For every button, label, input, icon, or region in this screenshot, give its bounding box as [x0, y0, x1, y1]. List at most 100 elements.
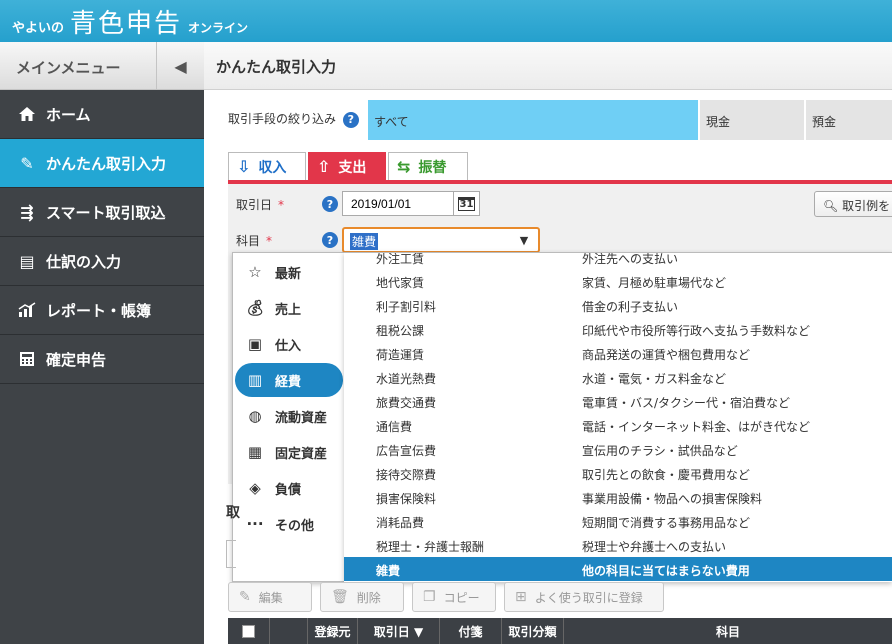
trash-icon: 🗑︎: [331, 589, 349, 605]
column-category[interactable]: 取引分類: [502, 618, 564, 644]
filter-option-deposit[interactable]: 預金: [806, 100, 892, 140]
logo-suffix: オンライン: [188, 21, 249, 35]
sidebar-item-tax-return[interactable]: 確定申告: [0, 335, 204, 384]
category-label: 固定資産: [275, 446, 328, 462]
account-desc: 短期間で消費する事務用品など: [582, 516, 751, 530]
account-option[interactable]: 通信費 電話・インターネット料金、はがき代など: [344, 413, 892, 437]
edit-button[interactable]: ✎ 編集: [228, 582, 312, 612]
calendar-icon: 31: [457, 196, 476, 211]
column-date[interactable]: 取引日 ▼: [358, 618, 440, 644]
money-bag-icon: 💰︎: [245, 299, 265, 317]
date-input[interactable]: [342, 191, 454, 216]
copy-button[interactable]: ❐ コピー: [412, 582, 496, 612]
category-label: 経費: [275, 374, 302, 390]
sidebar-item-journal[interactable]: ▤ 仕訳の入力: [0, 237, 204, 286]
account-option[interactable]: 広告宣伝費 宣伝用のチラシ・試供品など: [344, 437, 892, 461]
search-examples-button[interactable]: 🔍︎ 取引例を: [814, 191, 892, 217]
account-option[interactable]: 水道光熱費 水道・電気・ガス料金など: [344, 365, 892, 389]
category-purchase[interactable]: ▣ 仕入: [235, 327, 343, 361]
category-other[interactable]: ··· その他: [235, 507, 343, 541]
category-sales[interactable]: 💰︎ 売上: [235, 291, 343, 325]
account-combobox[interactable]: 雑費 ▼: [342, 227, 540, 253]
category-current-assets[interactable]: ◍ 流動資産: [235, 399, 343, 433]
filter-option-label: 現金: [706, 115, 731, 129]
account-desc: 電車賃・バス/タクシー代・宿泊費など: [582, 396, 791, 410]
category-latest[interactable]: ☆ 最新: [235, 255, 343, 289]
help-icon[interactable]: ?: [342, 111, 359, 128]
add-favorite-button[interactable]: ⊞ よく使う取引に登録: [504, 582, 664, 612]
category-liabilities[interactable]: ◈ 負債: [235, 471, 343, 505]
transactions-table-header: 登録元 取引日 ▼ 付箋 取引分類 科目: [228, 618, 892, 644]
help-icon[interactable]: ?: [322, 196, 338, 212]
account-option[interactable]: 消耗品費 短期間で消費する事務用品など: [344, 509, 892, 533]
account-name: 旅費交通費: [376, 396, 437, 410]
home-icon: [16, 106, 38, 122]
account-desc: 取引先との飲食・慶弔費用など: [582, 468, 750, 482]
category-expenses[interactable]: ▥ 経費: [235, 363, 343, 397]
sidebar-item-home[interactable]: ホーム: [0, 90, 204, 139]
account-option[interactable]: 地代家賃 家賃、月極め駐車場代など: [344, 269, 892, 293]
account-desc: 印紙代や市役所等行政へ支払う手数料など: [582, 324, 811, 338]
calendar-button[interactable]: 31: [454, 191, 480, 216]
select-all-checkbox[interactable]: [242, 624, 255, 638]
page-header: かんたん取引入力: [204, 42, 892, 90]
chevron-left-icon: ◀: [174, 56, 187, 76]
collapse-sidebar-button[interactable]: ◀: [156, 42, 204, 90]
account-desc: 外注先への支払い: [582, 252, 679, 266]
sidebar-item-label: 確定申告: [46, 350, 107, 369]
sidebar-item-easy-entry[interactable]: ✎ かんたん取引入力: [0, 139, 204, 188]
category-label: 仕入: [275, 338, 302, 354]
account-option-selected[interactable]: 雑費 他の科目に当てはまらない費用: [344, 557, 892, 581]
column-source[interactable]: 登録元: [308, 618, 358, 644]
pencil-icon: ✎: [239, 589, 251, 605]
sidebar-item-label: かんたん取引入力: [46, 154, 167, 173]
filter-option-cash[interactable]: 現金: [700, 100, 804, 140]
account-option[interactable]: 外注工賃 外注先への支払い: [344, 252, 892, 269]
account-name: 租税公課: [376, 324, 425, 338]
tab-label: 収入: [258, 159, 287, 176]
import-icon: ⇶: [20, 202, 34, 222]
category-label: 売上: [275, 302, 302, 318]
tab-transfer[interactable]: ⇆ 振替: [388, 152, 468, 180]
coins-icon: ◍: [248, 407, 262, 425]
account-name: 税理士・弁護士報酬: [376, 540, 485, 554]
filter-label-group: 取引手段の絞り込み ?: [228, 110, 359, 128]
search-examples-label: 取引例を: [842, 199, 891, 213]
column-spacer: [270, 618, 308, 644]
account-option[interactable]: 接待交際費 取引先との飲食・慶弔費用など: [344, 461, 892, 485]
calculator-icon: [16, 351, 38, 367]
button-label: コピー: [443, 590, 480, 605]
tab-expense[interactable]: ⇧ 支出: [308, 152, 386, 180]
category-fixed-assets[interactable]: ▦ 固定資産: [235, 435, 343, 469]
account-desc: 商品発送の運賃や梱包費用など: [582, 348, 751, 362]
category-label: 最新: [275, 266, 302, 282]
account-option[interactable]: 損害保険料 事業用設備・物品への損害保険料: [344, 485, 892, 509]
tab-income[interactable]: ⇩ 収入: [228, 152, 306, 180]
filter-option-all[interactable]: すべて: [368, 100, 698, 140]
column-account[interactable]: 科目: [564, 618, 892, 644]
sidebar-item-label: レポート・帳簿: [46, 301, 152, 320]
account-option[interactable]: 利子割引料 借金の利子支払い: [344, 293, 892, 317]
button-label: 編集: [258, 590, 283, 605]
account-option[interactable]: 税理士・弁護士報酬 税理士や弁護士への支払い: [344, 533, 892, 557]
required-mark: *: [278, 198, 285, 212]
account-option[interactable]: 旅費交通費 電車賃・バス/タクシー代・宿泊費など: [344, 389, 892, 413]
account-desc: 電話・インターネット料金、はがき代など: [582, 420, 811, 434]
account-name: 外注工賃: [376, 252, 425, 266]
select-all-cell[interactable]: [228, 618, 270, 644]
sidebar-item-smart-import[interactable]: ⇶ スマート取引取込: [0, 188, 204, 237]
account-name: 消耗品費: [376, 516, 425, 530]
sidebar-item-reports[interactable]: レポート・帳簿: [0, 286, 204, 335]
sidebar-item-label: 仕訳の入力: [46, 252, 122, 271]
account-option[interactable]: 租税公課 印紙代や市役所等行政へ支払う手数料など: [344, 317, 892, 341]
income-icon: ⇩: [237, 157, 251, 176]
account-desc: 家賃、月極め駐車場代など: [582, 276, 727, 290]
column-sticky[interactable]: 付箋: [440, 618, 502, 644]
delete-button[interactable]: 🗑︎ 削除: [320, 582, 404, 612]
caret-down-icon[interactable]: ▼: [510, 229, 538, 251]
search-icon: 🔍︎: [823, 199, 839, 213]
app-logo[interactable]: やよいの 青色申告 オンライン: [12, 3, 248, 40]
account-label: 科目: [236, 234, 261, 248]
help-icon[interactable]: ?: [322, 232, 338, 248]
account-option[interactable]: 荷造運賃 商品発送の運賃や梱包費用など: [344, 341, 892, 365]
